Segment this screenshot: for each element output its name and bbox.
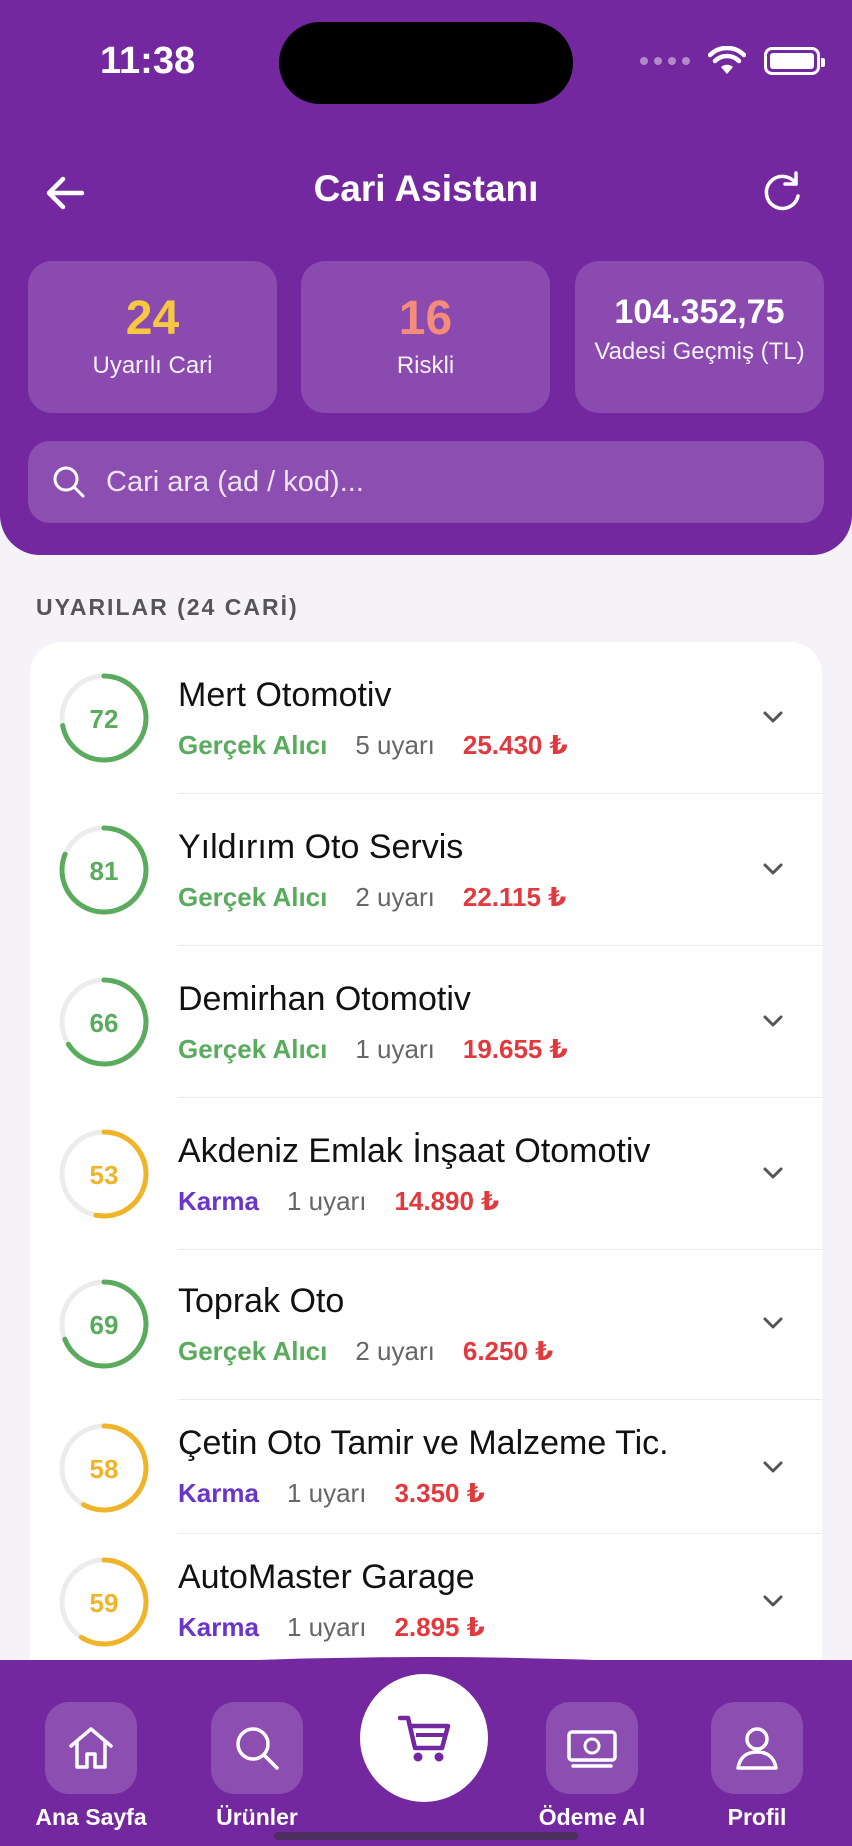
search-icon: [53, 466, 85, 498]
dynamic-island: [279, 22, 573, 104]
score-value: 53: [89, 1160, 119, 1190]
cart-button[interactable]: [360, 1674, 488, 1802]
chevron-down-icon[interactable]: [758, 1308, 788, 1338]
score-value: 59: [89, 1588, 119, 1618]
chevron-down-icon[interactable]: [758, 702, 788, 732]
overdue-amount: 25.430 ₺: [462, 730, 568, 760]
chevron-down-icon[interactable]: [758, 1586, 788, 1616]
nav-payment[interactable]: Ödeme Al: [517, 1702, 667, 1831]
warning-count: 1 uyarı: [286, 1186, 367, 1216]
customer-meta: Gerçek Alıcı 5 uyarı 25.430 ₺: [178, 730, 568, 761]
customer-name: Mert Otomotiv: [178, 676, 392, 714]
warning-count: 2 uyarı: [355, 882, 435, 912]
customer-meta: Gerçek Alıcı 2 uyarı 6.250 ₺: [178, 1336, 553, 1367]
customer-meta: Karma 1 uyarı 14.890 ₺: [178, 1186, 499, 1217]
list-item[interactable]: 53 Akdeniz Emlak İnşaat Otomotiv Karma 1…: [30, 1098, 822, 1250]
search-input[interactable]: [106, 465, 746, 499]
status-time: 11:38: [100, 40, 196, 82]
nav-label: Ödeme Al: [538, 1804, 646, 1830]
list-item[interactable]: 58 Çetin Oto Tamir ve Malzeme Tic. Karma…: [30, 1400, 822, 1534]
warning-count: 2 uyarı: [355, 1336, 435, 1366]
overdue-amount: 3.350 ₺: [394, 1478, 485, 1508]
score-value: 72: [89, 704, 119, 734]
search-icon: [211, 1702, 303, 1794]
signal-icon: [640, 57, 690, 65]
customer-tag: Gerçek Alıcı: [178, 1336, 328, 1366]
overdue-amount: 6.250 ₺: [462, 1336, 554, 1366]
home-icon: [45, 1702, 137, 1794]
wifi-icon: [708, 46, 746, 74]
stat-overdue: 104.352,75 Vadesi Geçmiş (TL): [575, 261, 824, 413]
score-value: 81: [89, 856, 119, 886]
section-title: UYARILAR (24 CARİ): [36, 594, 299, 620]
overdue-amount: 22.115 ₺: [462, 882, 567, 912]
stat-value: 24: [125, 292, 180, 345]
customer-meta: Gerçek Alıcı 1 uyarı 19.655 ₺: [178, 1034, 568, 1065]
header: 11:38 Cari Asistanı 24 Uyarılı Cari 16 R…: [0, 0, 852, 555]
chevron-down-icon[interactable]: [758, 1006, 788, 1036]
chevron-down-icon[interactable]: [758, 1452, 788, 1482]
customer-list: 72 Mert Otomotiv Gerçek Alıcı 5 uyarı 25…: [30, 642, 822, 1742]
stat-label: Riskli: [396, 352, 455, 379]
home-indicator: [274, 1832, 578, 1840]
list-item[interactable]: 66 Demirhan Otomotiv Gerçek Alıcı 1 uyar…: [30, 946, 822, 1098]
chevron-down-icon[interactable]: [758, 854, 788, 884]
customer-name: AutoMaster Garage: [178, 1558, 475, 1596]
list-item[interactable]: 69 Toprak Oto Gerçek Alıcı 2 uyarı 6.250…: [30, 1250, 822, 1400]
customer-meta: Gerçek Alıcı 2 uyarı 22.115 ₺: [178, 882, 566, 913]
cart-icon: [397, 1715, 451, 1762]
stat-label: Vadesi Geçmiş (TL): [594, 338, 805, 365]
score-value: 58: [89, 1454, 119, 1484]
warning-count: 1 uyarı: [286, 1478, 367, 1508]
customer-name: Çetin Oto Tamir ve Malzeme Tic.: [178, 1424, 669, 1462]
nav-home[interactable]: Ana Sayfa: [16, 1702, 166, 1831]
stat-risky: 16 Riskli: [301, 261, 550, 413]
nav-label: Profil: [727, 1804, 787, 1830]
overdue-amount: 19.655 ₺: [462, 1034, 568, 1064]
score-value: 69: [89, 1310, 119, 1340]
nav-products[interactable]: Ürünler: [182, 1702, 332, 1831]
customer-name: Demirhan Otomotiv: [178, 980, 471, 1018]
search-bar[interactable]: [28, 441, 824, 523]
overdue-amount: 14.890 ₺: [394, 1186, 500, 1216]
list-item[interactable]: 81 Yıldırım Oto Servis Gerçek Alıcı 2 uy…: [30, 794, 822, 946]
stat-value: 104.352,75: [614, 293, 785, 331]
battery-icon: [764, 47, 825, 75]
warning-count: 5 uyarı: [355, 730, 435, 760]
refresh-icon[interactable]: [756, 166, 808, 218]
chevron-down-icon[interactable]: [758, 1158, 788, 1188]
customer-name: Toprak Oto: [178, 1282, 345, 1320]
customer-meta: Karma 1 uyarı 3.350 ₺: [178, 1478, 485, 1509]
customer-tag: Karma: [178, 1478, 259, 1508]
customer-name: Akdeniz Emlak İnşaat Otomotiv: [178, 1132, 651, 1170]
nav-label: Ürünler: [216, 1804, 298, 1830]
cash-icon: [546, 1702, 638, 1794]
warning-count: 1 uyarı: [355, 1034, 435, 1064]
customer-tag: Gerçek Alıcı: [178, 1034, 328, 1064]
status-icons: [640, 46, 825, 76]
customer-tag: Gerçek Alıcı: [178, 882, 328, 912]
customer-tag: Gerçek Alıcı: [178, 730, 328, 760]
stat-value: 16: [398, 292, 453, 345]
user-icon: [711, 1702, 803, 1794]
customer-name: Yıldırım Oto Servis: [178, 828, 464, 866]
nav-label: Ana Sayfa: [35, 1804, 147, 1830]
customer-tag: Karma: [178, 1186, 259, 1216]
page-title: Cari Asistanı: [313, 168, 539, 209]
nav-profile[interactable]: Profil: [682, 1702, 832, 1831]
stat-label: Uyarılı Cari: [92, 352, 213, 379]
list-item[interactable]: 72 Mert Otomotiv Gerçek Alıcı 5 uyarı 25…: [30, 642, 822, 794]
score-value: 66: [89, 1008, 119, 1038]
stat-warned-accounts: 24 Uyarılı Cari: [28, 261, 277, 413]
